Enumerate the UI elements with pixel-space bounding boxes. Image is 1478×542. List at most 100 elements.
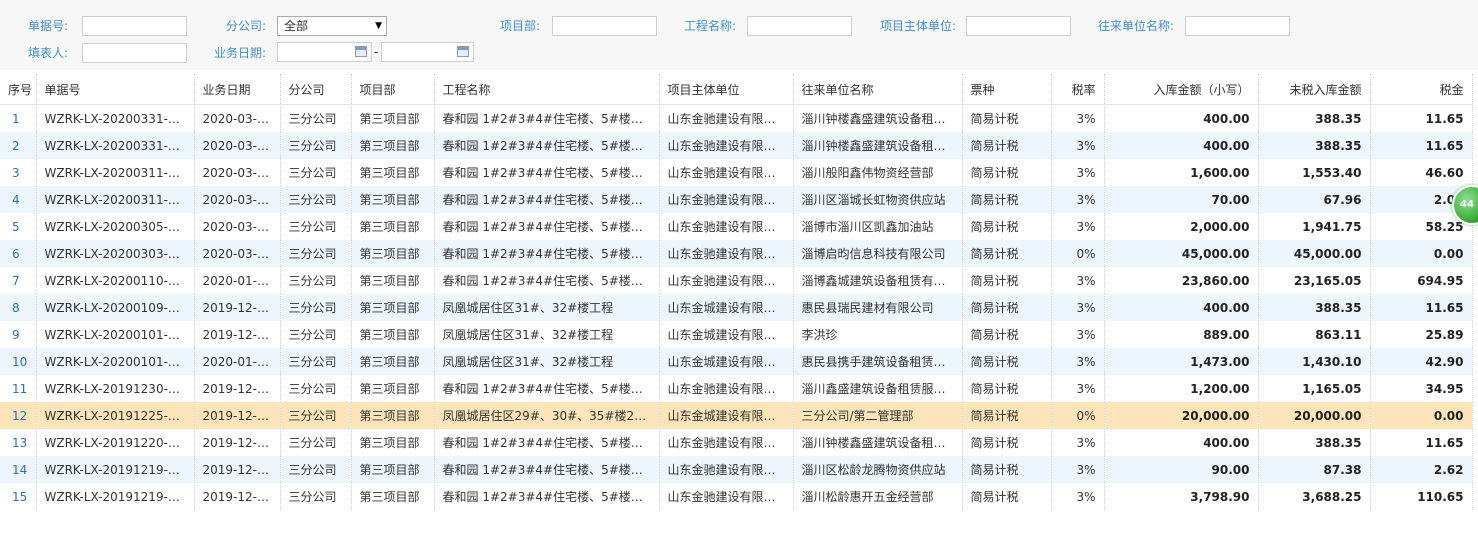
table-cell-rate: 0% (1051, 240, 1105, 267)
table-row[interactable]: 9 WZRK-LX-20200101-002 2019-12-30 三分公司 第三项目部… (0, 321, 1473, 348)
column-header[interactable]: 工程名称 (434, 74, 660, 105)
table-cell-dept: 第三项目部 (351, 402, 435, 429)
table-cell-doc: WZRK-LX-20200110-008 (36, 267, 195, 294)
table-cell-rate: 3% (1051, 375, 1105, 402)
table-row[interactable]: 12 WZRK-LX-20191225-027 2019-12-25 三分公司 第三项目… (0, 402, 1473, 429)
project-entity-input[interactable] (966, 16, 1071, 36)
table-row[interactable]: 7 WZRK-LX-20200110-008 2020-01-10 三分公司 第三项目部… (0, 267, 1473, 294)
column-header[interactable]: 序号 (0, 74, 37, 105)
column-header[interactable]: 税金 (1370, 74, 1473, 105)
counterparty-label: 往来单位名称: (1097, 19, 1174, 33)
table-row[interactable]: 14 WZRK-LX-20191219-003 2019-12-08 三分公司 第三项目… (0, 456, 1473, 483)
table-cell-amount: 889.00 (1104, 321, 1259, 348)
table-cell-tax: 11.65 (1370, 429, 1473, 456)
project-name-input[interactable] (747, 16, 852, 36)
table-cell-project: 春和园 1#2#3#4#住宅楼、5#楼、车… (434, 186, 660, 213)
table-row[interactable]: 11 WZRK-LX-20191230-012 2019-12-29 三分公司 第三项目… (0, 375, 1473, 402)
table-cell-party: 惠民县瑞民建材有限公司 (793, 294, 963, 321)
project-dept-input[interactable] (552, 16, 657, 36)
table-cell-entity: 山东金驰建设有限… (659, 456, 794, 483)
column-header[interactable]: 项目主体单位 (659, 74, 794, 105)
column-header[interactable]: 票种 (962, 74, 1052, 105)
filler-input[interactable] (82, 43, 187, 63)
table-cell-seq: 14 (0, 456, 37, 483)
table-cell-ticket: 简易计税 (962, 456, 1052, 483)
date-end-input[interactable] (381, 42, 474, 62)
table-cell-doc: WZRK-LX-20200101-006 (36, 348, 195, 375)
column-header[interactable]: 未税入库金额 (1258, 74, 1371, 105)
table-row[interactable]: 10 WZRK-LX-20200101-006 2020-01-31 三分公司 第三项目… (0, 348, 1473, 375)
table-row[interactable]: 3 WZRK-LX-20200311-004 2020-03-11 三分公司 第三项目部… (0, 159, 1473, 186)
table-cell-project: 凤凰城居住区31#、32#楼工程 (434, 321, 660, 348)
table-cell-amount: 45,000.00 (1104, 240, 1259, 267)
column-header[interactable]: 单据号 (36, 74, 195, 105)
table-row[interactable]: 6 WZRK-LX-20200303-008 2020-03-03 三分公司 第三项目部… (0, 240, 1473, 267)
table-cell-party: 惠民县携手建筑设备租赁… (793, 348, 963, 375)
counterparty-input[interactable] (1185, 16, 1290, 36)
table-cell-tax: 25.89 (1370, 321, 1473, 348)
date-start-input[interactable] (277, 42, 372, 62)
table-cell-ticket: 简易计税 (962, 429, 1052, 456)
table-cell-entity: 山东金驰建设有限… (659, 132, 794, 159)
table-cell-pretax: 388.35 (1258, 132, 1371, 159)
column-header[interactable]: 税率 (1051, 74, 1105, 105)
table-row[interactable]: 15 WZRK-LX-20191219-007 2019-12-12 三分公司 第三项目… (0, 483, 1473, 510)
dropdown-arrow-icon: ▼ (375, 21, 382, 31)
table-cell-rate: 3% (1051, 159, 1105, 186)
branch-select[interactable]: 全部 ▼ (277, 16, 387, 36)
table-cell-ticket: 简易计税 (962, 321, 1052, 348)
table-cell-date: 2020-03-13 (194, 104, 281, 132)
table-cell-dept: 第三项目部 (351, 375, 435, 402)
table-row[interactable]: 2 WZRK-LX-20200331-008 2020-03-31 三分公司 第三项目部… (0, 132, 1473, 159)
column-header[interactable]: 分公司 (280, 74, 352, 105)
table-cell-entity: 山东金驰建设有限… (659, 159, 794, 186)
table-cell-ticket: 简易计税 (962, 240, 1052, 267)
table-cell-rate: 3% (1051, 321, 1105, 348)
table-cell-dept: 第三项目部 (351, 104, 435, 132)
table-row[interactable]: 8 WZRK-LX-20200109-007 2019-12-31 三分公司 第三项目部… (0, 294, 1473, 321)
table-cell-project: 春和园 1#2#3#4#住宅楼、5#楼、车… (434, 159, 660, 186)
table-cell-ticket: 简易计税 (962, 186, 1052, 213)
calendar-icon[interactable] (457, 46, 469, 57)
table-row[interactable]: 4 WZRK-LX-20200311-005 2020-03-10 三分公司 第三项目部… (0, 186, 1473, 213)
table-cell-entity: 山东金城建设有限… (659, 348, 794, 375)
table-row[interactable]: 1 WZRK-LX-20200331-007 2020-03-13 三分公司 第三项目部… (0, 104, 1473, 132)
table-cell-amount: 400.00 (1104, 132, 1259, 159)
table-cell-dept: 第三项目部 (351, 483, 435, 510)
data-grid: 序号 单据号 业务日期 分公司 项目部 工程名称 项目主体单位 往来单位名称 票种 税率 入库金额（… (0, 74, 1473, 510)
biz-date-label: 业务日期: (213, 46, 266, 60)
table-cell-branch: 三分公司 (280, 348, 352, 375)
table-cell-party: 淄博市淄川区凯鑫加油站 (793, 213, 963, 240)
table-cell-project: 春和园 1#2#3#4#住宅楼、5#楼、车… (434, 267, 660, 294)
table-cell-seq: 9 (0, 321, 37, 348)
table-cell-party: 淄川区淄城长虹物资供应站 (793, 186, 963, 213)
column-header[interactable]: 往来单位名称 (793, 74, 963, 105)
table-cell-amount: 1,473.00 (1104, 348, 1259, 375)
table-cell-entity: 山东金城建设有限… (659, 294, 794, 321)
column-header[interactable]: 入库金额（小写） (1104, 74, 1259, 105)
table-cell-rate: 3% (1051, 213, 1105, 240)
table-cell-doc: WZRK-LX-20191219-003 (36, 456, 195, 483)
table-cell-pretax: 45,000.00 (1258, 240, 1371, 267)
calendar-icon[interactable] (355, 46, 367, 57)
table-cell-project: 春和园 1#2#3#4#住宅楼、5#楼、车… (434, 104, 660, 132)
table-cell-tax: 0.00 (1370, 240, 1473, 267)
table-cell-pretax: 20,000.00 (1258, 402, 1371, 429)
table-cell-seq: 13 (0, 429, 37, 456)
table-cell-party: 淄川般阳鑫伟物资经营部 (793, 159, 963, 186)
table-cell-pretax: 23,165.05 (1258, 267, 1371, 294)
column-header[interactable]: 业务日期 (194, 74, 281, 105)
table-cell-amount: 400.00 (1104, 104, 1259, 132)
table-cell-seq: 10 (0, 348, 37, 375)
table-cell-rate: 3% (1051, 186, 1105, 213)
table-cell-tax: 34.95 (1370, 375, 1473, 402)
table-row[interactable]: 5 WZRK-LX-20200305-001 2020-03-04 三分公司 第三项目部… (0, 213, 1473, 240)
table-cell-amount: 2,000.00 (1104, 213, 1259, 240)
column-header[interactable]: 项目部 (351, 74, 435, 105)
table-cell-branch: 三分公司 (280, 456, 352, 483)
table-cell-pretax: 3,688.25 (1258, 483, 1371, 510)
doc-no-input[interactable] (82, 16, 187, 36)
table-cell-dept: 第三项目部 (351, 294, 435, 321)
table-row[interactable]: 13 WZRK-LX-20191220-010 2019-12-13 三分公司 第三项目… (0, 429, 1473, 456)
table-cell-date: 2019-12-30 (194, 321, 281, 348)
